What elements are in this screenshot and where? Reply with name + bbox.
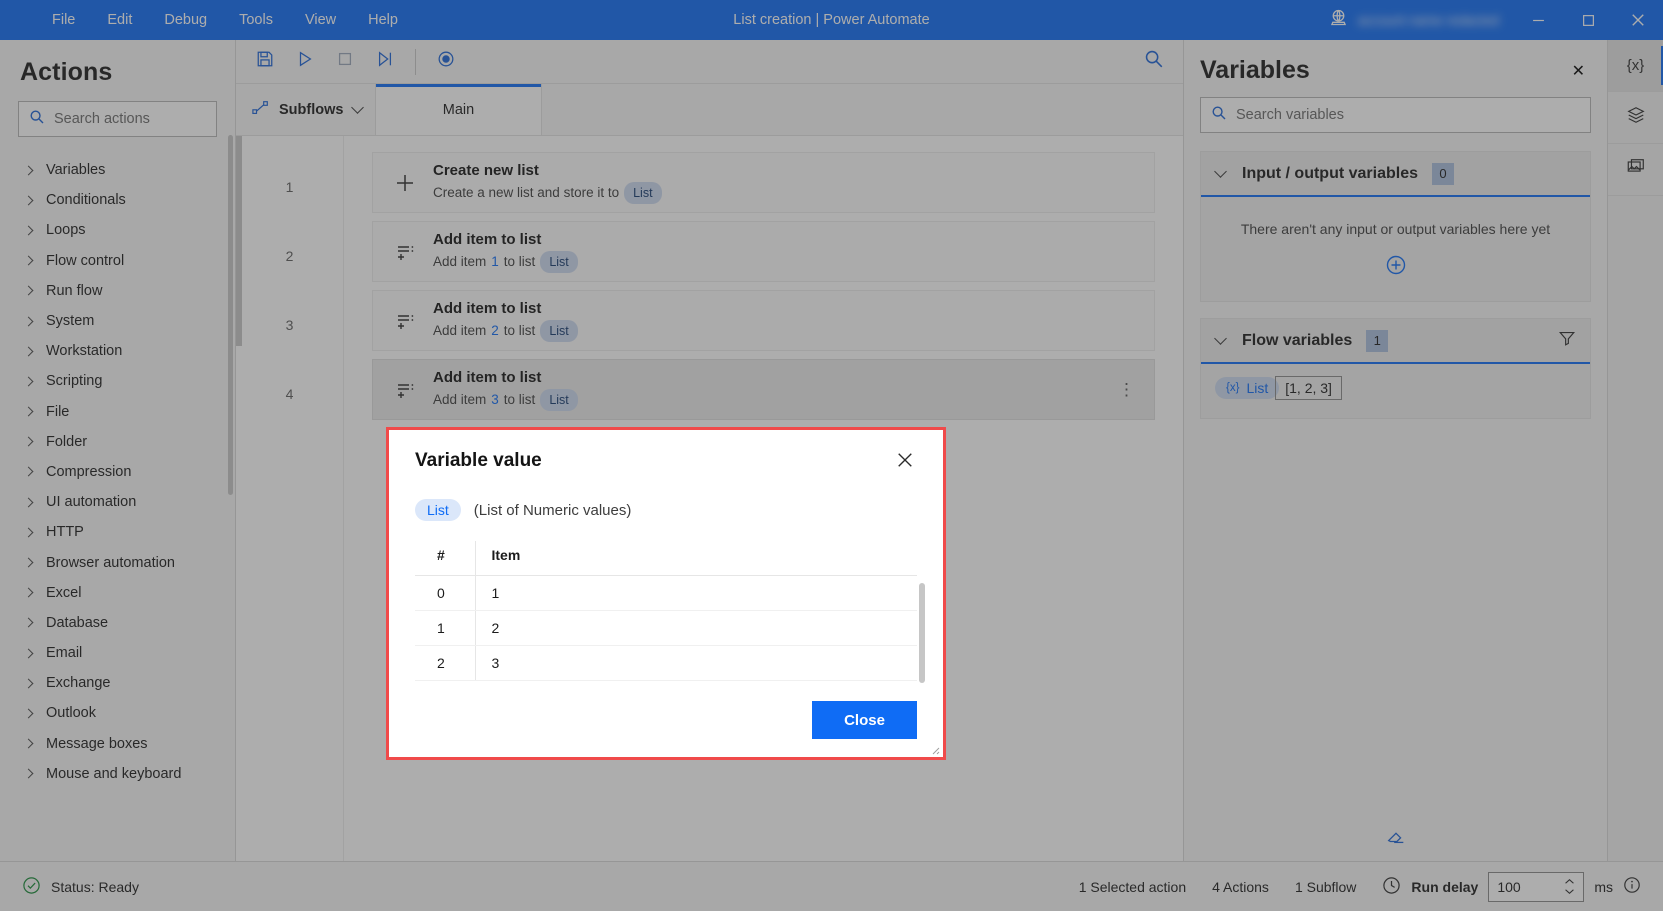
dialog-variable-type: (List of Numeric values) [474,502,632,519]
cell-item: 2 [475,611,917,646]
variable-value-table-wrap: # Item 0 1 1 2 2 3 [415,541,917,681]
table-header-row: # Item [415,541,917,576]
table-row[interactable]: 1 2 [415,611,917,646]
variable-value-dialog: Variable value List (List of Numeric val… [386,427,946,760]
variable-value-table-scrollbar[interactable] [919,583,925,683]
cell-index: 0 [415,576,475,611]
cell-index: 1 [415,611,475,646]
dialog-variable-meta: List (List of Numeric values) [415,499,917,521]
dialog-variable-name: List [415,499,461,521]
variable-value-table: # Item 0 1 1 2 2 3 [415,541,917,681]
cell-item: 1 [475,576,917,611]
table-row[interactable]: 0 1 [415,576,917,611]
dialog-header: Variable value [415,450,917,475]
dialog-title: Variable value [415,450,542,472]
close-dialog-icon[interactable] [893,450,917,475]
resize-grip-icon[interactable] [928,742,940,754]
cell-index: 2 [415,646,475,681]
cell-item: 3 [475,646,917,681]
table-row[interactable]: 2 3 [415,646,917,681]
column-header-index: # [415,541,475,576]
dialog-footer: Close [415,701,917,739]
column-header-item: Item [475,541,917,576]
close-button[interactable]: Close [812,701,917,739]
power-automate-window: File Edit Debug Tools View Help List cre… [0,0,1663,911]
